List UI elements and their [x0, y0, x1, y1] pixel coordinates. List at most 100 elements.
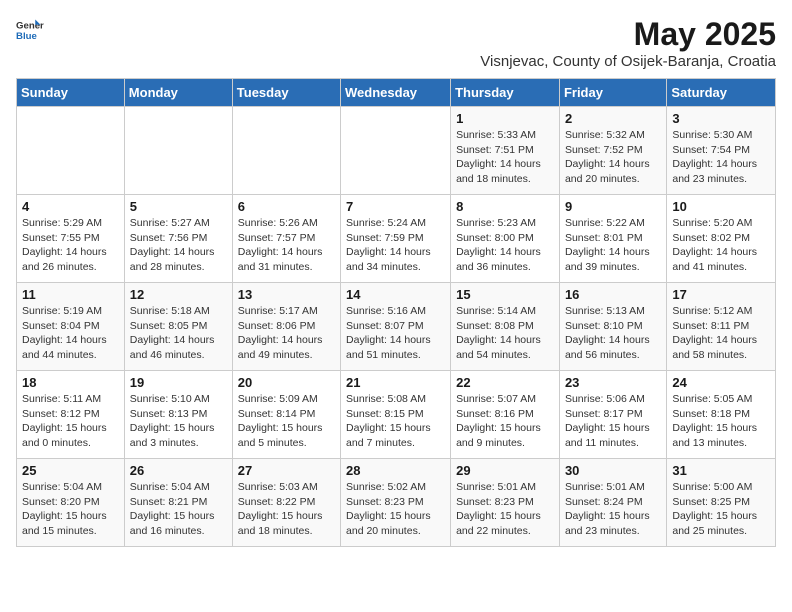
day-number: 14 [346, 287, 445, 302]
day-info: Sunrise: 5:06 AM Sunset: 8:17 PM Dayligh… [565, 392, 661, 451]
day-info: Sunrise: 5:19 AM Sunset: 8:04 PM Dayligh… [22, 304, 119, 363]
day-info: Sunrise: 5:16 AM Sunset: 8:07 PM Dayligh… [346, 304, 445, 363]
day-info: Sunrise: 5:14 AM Sunset: 8:08 PM Dayligh… [456, 304, 554, 363]
calendar-week-2: 4 Sunrise: 5:29 AM Sunset: 7:55 PM Daylig… [17, 195, 776, 283]
calendar-cell: 12 Sunrise: 5:18 AM Sunset: 8:05 PM Dayli… [124, 283, 232, 371]
calendar-cell: 3 Sunrise: 5:30 AM Sunset: 7:54 PM Daylig… [667, 107, 776, 195]
day-number: 28 [346, 463, 445, 478]
day-info: Sunrise: 5:20 AM Sunset: 8:02 PM Dayligh… [672, 216, 770, 275]
day-header-tuesday: Tuesday [232, 79, 340, 107]
day-number: 25 [22, 463, 119, 478]
calendar-week-5: 25 Sunrise: 5:04 AM Sunset: 8:20 PM Dayli… [17, 459, 776, 547]
calendar-cell: 8Sunrise: 5:23 AM Sunset: 8:00 PM Daylig… [451, 195, 560, 283]
calendar-cell: 24Sunrise: 5:05 AM Sunset: 8:18 PM Dayli… [667, 371, 776, 459]
calendar-cell: 5Sunrise: 5:27 AM Sunset: 7:56 PM Daylig… [124, 195, 232, 283]
day-info: Sunrise: 5:23 AM Sunset: 8:00 PM Dayligh… [456, 216, 554, 275]
calendar-cell: 6Sunrise: 5:26 AM Sunset: 7:57 PM Daylig… [232, 195, 340, 283]
day-info: Sunrise: 5:01 AM Sunset: 8:24 PM Dayligh… [565, 480, 661, 539]
day-info: Sunrise: 5:27 AM Sunset: 7:56 PM Dayligh… [130, 216, 227, 275]
day-info: Sunrise: 5:00 AM Sunset: 8:25 PM Dayligh… [672, 480, 770, 539]
calendar-cell: 13Sunrise: 5:17 AM Sunset: 8:06 PM Dayli… [232, 283, 340, 371]
day-number: 23 [565, 375, 661, 390]
calendar-table: SundayMondayTuesdayWednesdayThursdayFrid… [16, 78, 776, 547]
day-number: 16 [565, 287, 661, 302]
day-info: Sunrise: 5:04 AM Sunset: 8:21 PM Dayligh… [130, 480, 227, 539]
day-number: 29 [456, 463, 554, 478]
calendar-cell: 21Sunrise: 5:08 AM Sunset: 8:15 PM Dayli… [341, 371, 451, 459]
day-info: Sunrise: 5:04 AM Sunset: 8:20 PM Dayligh… [22, 480, 119, 539]
day-number: 18 [22, 375, 119, 390]
day-info: Sunrise: 5:02 AM Sunset: 8:23 PM Dayligh… [346, 480, 445, 539]
calendar-cell: 1 Sunrise: 5:33 AM Sunset: 7:51 PM Daylig… [451, 107, 560, 195]
day-header-monday: Monday [124, 79, 232, 107]
calendar-week-3: 11 Sunrise: 5:19 AM Sunset: 8:04 PM Dayli… [17, 283, 776, 371]
calendar-cell [341, 107, 451, 195]
day-info: Sunrise: 5:13 AM Sunset: 8:10 PM Dayligh… [565, 304, 661, 363]
calendar-cell [124, 107, 232, 195]
day-info: Sunrise: 5:09 AM Sunset: 8:14 PM Dayligh… [238, 392, 335, 451]
svg-text:Blue: Blue [16, 31, 37, 42]
calendar-cell: 19Sunrise: 5:10 AM Sunset: 8:13 PM Dayli… [124, 371, 232, 459]
calendar-cell: 29 Sunrise: 5:01 AM Sunset: 8:23 PM Dayli… [451, 459, 560, 547]
calendar-cell: 18 Sunrise: 5:11 AM Sunset: 8:12 PM Dayli… [17, 371, 125, 459]
day-number: 11 [22, 287, 119, 302]
calendar-cell [17, 107, 125, 195]
day-number: 17 [672, 287, 770, 302]
calendar-cell: 2Sunrise: 5:32 AM Sunset: 7:52 PM Daylig… [559, 107, 666, 195]
day-header-friday: Friday [559, 79, 666, 107]
calendar-cell: 9Sunrise: 5:22 AM Sunset: 8:01 PM Daylig… [559, 195, 666, 283]
day-info: Sunrise: 5:33 AM Sunset: 7:51 PM Dayligh… [456, 128, 554, 187]
calendar-cell: 25 Sunrise: 5:04 AM Sunset: 8:20 PM Dayli… [17, 459, 125, 547]
calendar-cell: 30Sunrise: 5:01 AM Sunset: 8:24 PM Dayli… [559, 459, 666, 547]
calendar-cell [232, 107, 340, 195]
day-number: 1 [456, 111, 554, 126]
day-info: Sunrise: 5:24 AM Sunset: 7:59 PM Dayligh… [346, 216, 445, 275]
main-title: May 2025 [480, 16, 776, 53]
day-info: Sunrise: 5:29 AM Sunset: 7:55 PM Dayligh… [22, 216, 119, 275]
day-number: 4 [22, 199, 119, 214]
calendar-cell: 11 Sunrise: 5:19 AM Sunset: 8:04 PM Dayli… [17, 283, 125, 371]
day-number: 3 [672, 111, 770, 126]
calendar-cell: 26Sunrise: 5:04 AM Sunset: 8:21 PM Dayli… [124, 459, 232, 547]
day-info: Sunrise: 5:01 AM Sunset: 8:23 PM Dayligh… [456, 480, 554, 539]
title-area: May 2025 Visnjevac, County of Osijek-Bar… [480, 16, 776, 70]
day-header-wednesday: Wednesday [341, 79, 451, 107]
calendar-week-1: 1 Sunrise: 5:33 AM Sunset: 7:51 PM Daylig… [17, 107, 776, 195]
subtitle: Visnjevac, County of Osijek-Baranja, Cro… [480, 53, 776, 70]
calendar-week-4: 18 Sunrise: 5:11 AM Sunset: 8:12 PM Dayli… [17, 371, 776, 459]
day-info: Sunrise: 5:30 AM Sunset: 7:54 PM Dayligh… [672, 128, 770, 187]
day-info: Sunrise: 5:12 AM Sunset: 8:11 PM Dayligh… [672, 304, 770, 363]
calendar-cell: 22 Sunrise: 5:07 AM Sunset: 8:16 PM Dayli… [451, 371, 560, 459]
calendar-cell: 15Sunrise: 5:14 AM Sunset: 8:08 PM Dayli… [451, 283, 560, 371]
calendar-cell: 4 Sunrise: 5:29 AM Sunset: 7:55 PM Daylig… [17, 195, 125, 283]
calendar-cell: 16 Sunrise: 5:13 AM Sunset: 8:10 PM Dayli… [559, 283, 666, 371]
logo-icon: General Blue [16, 16, 44, 44]
day-number: 22 [456, 375, 554, 390]
day-info: Sunrise: 5:07 AM Sunset: 8:16 PM Dayligh… [456, 392, 554, 451]
day-number: 27 [238, 463, 335, 478]
calendar-cell: 28 Sunrise: 5:02 AM Sunset: 8:23 PM Dayli… [341, 459, 451, 547]
calendar-cell: 20 Sunrise: 5:09 AM Sunset: 8:14 PM Dayli… [232, 371, 340, 459]
day-number: 2 [565, 111, 661, 126]
day-header-thursday: Thursday [451, 79, 560, 107]
page-header: General Blue May 2025 Visnjevac, County … [16, 16, 776, 70]
day-header-sunday: Sunday [17, 79, 125, 107]
calendar-cell: 7Sunrise: 5:24 AM Sunset: 7:59 PM Daylig… [341, 195, 451, 283]
day-number: 10 [672, 199, 770, 214]
calendar-cell: 27 Sunrise: 5:03 AM Sunset: 8:22 PM Dayli… [232, 459, 340, 547]
day-number: 9 [565, 199, 661, 214]
day-info: Sunrise: 5:18 AM Sunset: 8:05 PM Dayligh… [130, 304, 227, 363]
calendar-cell: 14 Sunrise: 5:16 AM Sunset: 8:07 PM Dayli… [341, 283, 451, 371]
day-number: 6 [238, 199, 335, 214]
day-info: Sunrise: 5:03 AM Sunset: 8:22 PM Dayligh… [238, 480, 335, 539]
day-number: 12 [130, 287, 227, 302]
day-number: 20 [238, 375, 335, 390]
day-header-saturday: Saturday [667, 79, 776, 107]
calendar-cell: 10 Sunrise: 5:20 AM Sunset: 8:02 PM Dayli… [667, 195, 776, 283]
day-number: 19 [130, 375, 227, 390]
calendar-cell: 31 Sunrise: 5:00 AM Sunset: 8:25 PM Dayli… [667, 459, 776, 547]
day-info: Sunrise: 5:05 AM Sunset: 8:18 PM Dayligh… [672, 392, 770, 451]
day-info: Sunrise: 5:11 AM Sunset: 8:12 PM Dayligh… [22, 392, 119, 451]
day-number: 31 [672, 463, 770, 478]
svg-text:General: General [16, 20, 44, 31]
